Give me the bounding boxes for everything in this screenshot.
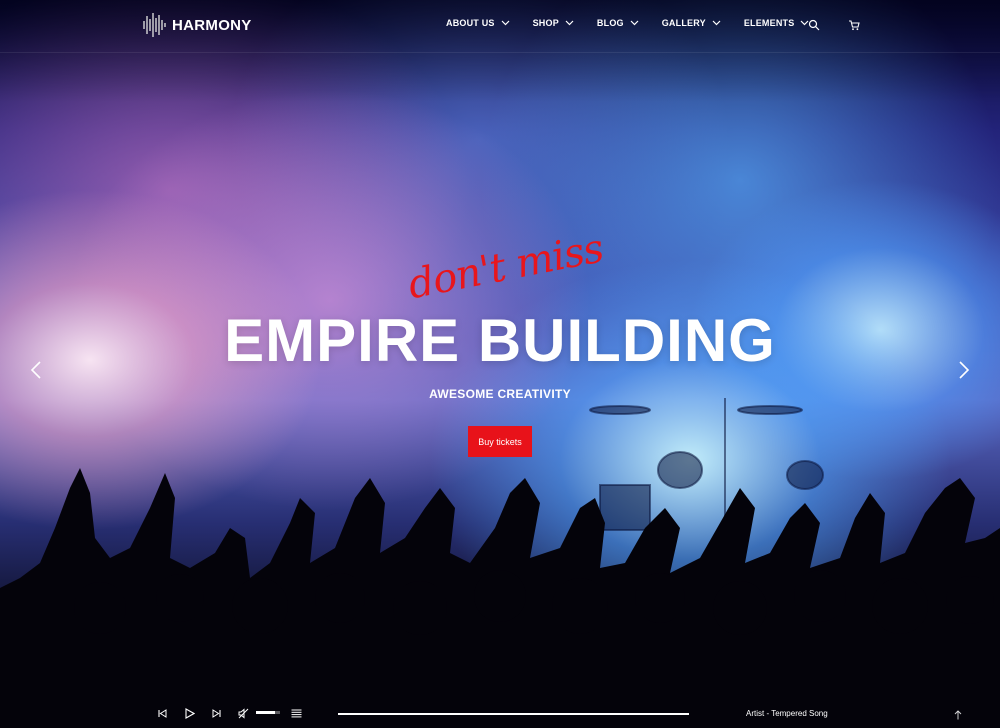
- mute-icon[interactable]: [238, 708, 249, 719]
- soundwave-icon: [143, 13, 166, 37]
- nav-item-shop[interactable]: SHOP: [533, 18, 574, 28]
- chevron-down-icon: [630, 20, 639, 26]
- chevron-down-icon: [565, 20, 574, 26]
- play-icon[interactable]: [184, 708, 195, 719]
- site-header: HARMONY ABOUT US SHOP BLOG GALLERY ELEME…: [0, 0, 1000, 53]
- previous-icon[interactable]: [157, 708, 168, 719]
- nav-item-label: SHOP: [532, 18, 559, 28]
- nav-item-label: ABOUT US: [446, 18, 495, 28]
- nav-item-gallery[interactable]: GALLERY: [662, 18, 721, 28]
- volume-level: [256, 711, 276, 714]
- hero-subtitle: AWESOME CREATIVITY: [429, 387, 571, 401]
- chevron-down-icon: [712, 20, 721, 26]
- next-icon[interactable]: [211, 708, 222, 719]
- nav-item-label: BLOG: [596, 18, 624, 28]
- chevron-down-icon: [501, 20, 510, 26]
- main-nav: ABOUT US SHOP BLOG GALLERY ELEMENTS: [446, 18, 809, 28]
- buy-tickets-button[interactable]: Buy tickets: [468, 426, 532, 457]
- brand-logo[interactable]: HARMONY: [142, 12, 252, 38]
- nav-item-label: ELEMENTS: [743, 18, 795, 28]
- volume-slider[interactable]: [256, 711, 280, 714]
- hero-title: EMPIRE BUILDING: [224, 307, 776, 374]
- brand-name: HARMONY: [172, 16, 252, 34]
- track-progress-fill: [338, 713, 689, 715]
- now-playing-text: Artist - Tempered Song: [746, 709, 828, 718]
- nav-item-elements[interactable]: ELEMENTS: [744, 18, 810, 28]
- search-icon[interactable]: [808, 19, 820, 31]
- track-progress-bar[interactable]: [338, 713, 689, 715]
- cart-icon[interactable]: [848, 19, 860, 31]
- arrow-up-icon[interactable]: [953, 710, 963, 720]
- playlist-icon[interactable]: [291, 708, 302, 719]
- nav-item-label: GALLERY: [661, 18, 706, 28]
- nav-item-about-us[interactable]: ABOUT US: [446, 18, 510, 28]
- audio-player: Artist - Tempered Song: [0, 700, 1000, 728]
- nav-item-blog[interactable]: BLOG: [597, 18, 639, 28]
